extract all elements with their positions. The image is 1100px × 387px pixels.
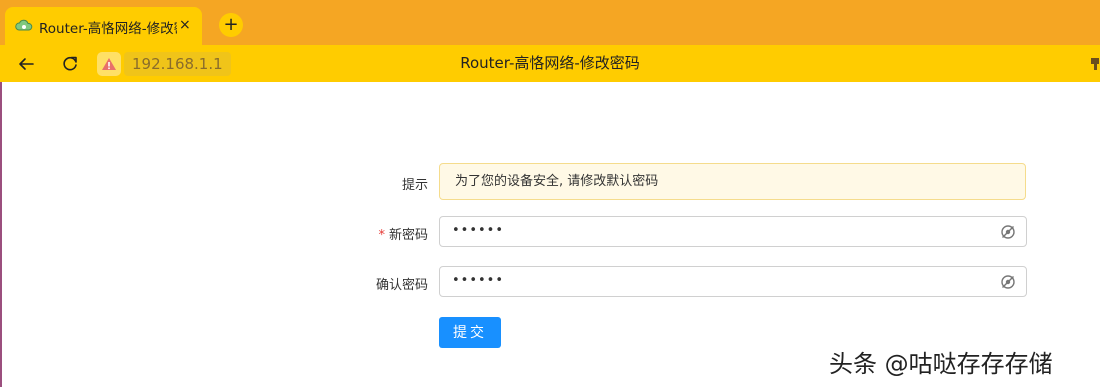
tab-strip: Router-高恪网络-修改密 × + — [0, 0, 1100, 45]
warning-triangle-icon — [102, 58, 116, 70]
address-bar[interactable]: 192.168.1.1 — [124, 52, 231, 76]
confirm-password-value: •••••• — [452, 273, 505, 288]
new-tab-button[interactable]: + — [219, 13, 243, 37]
new-password-field[interactable]: •••••• — [439, 216, 1027, 247]
eye-hidden-icon[interactable] — [1000, 274, 1016, 290]
confirm-password-field[interactable]: •••••• — [439, 266, 1027, 297]
notice-alert: 为了您的设备安全, 请修改默认密码 — [439, 163, 1026, 200]
back-arrow-icon — [19, 58, 34, 70]
required-mark: * — [378, 228, 385, 243]
reload-button[interactable] — [59, 53, 81, 75]
browser-toolbar: Router-高恪网络-修改密码 192.168.1.1 — [0, 45, 1100, 82]
new-password-value: •••••• — [452, 223, 505, 238]
eye-hidden-icon[interactable] — [1000, 224, 1016, 240]
notice-label: 提示 — [401, 178, 428, 193]
tab-close-icon[interactable]: × — [179, 17, 191, 33]
tab-title: Router-高恪网络-修改密 — [39, 21, 177, 37]
security-warning-button[interactable] — [97, 52, 121, 76]
confirm-password-label: 确认密码 — [375, 278, 428, 293]
watermark: 头条 @咕哒存存存储 — [829, 350, 1053, 378]
window-edge — [0, 82, 2, 387]
extension-icon[interactable] — [1090, 56, 1100, 72]
back-button[interactable] — [15, 53, 37, 75]
new-password-label: * 新密码 — [378, 224, 428, 243]
reload-icon — [63, 56, 77, 71]
browser-tab[interactable]: Router-高恪网络-修改密 × — [5, 7, 202, 45]
submit-button[interactable]: 提交 — [439, 317, 501, 348]
new-password-label-text: 新密码 — [388, 228, 428, 243]
cloud-favicon-icon — [15, 19, 33, 31]
